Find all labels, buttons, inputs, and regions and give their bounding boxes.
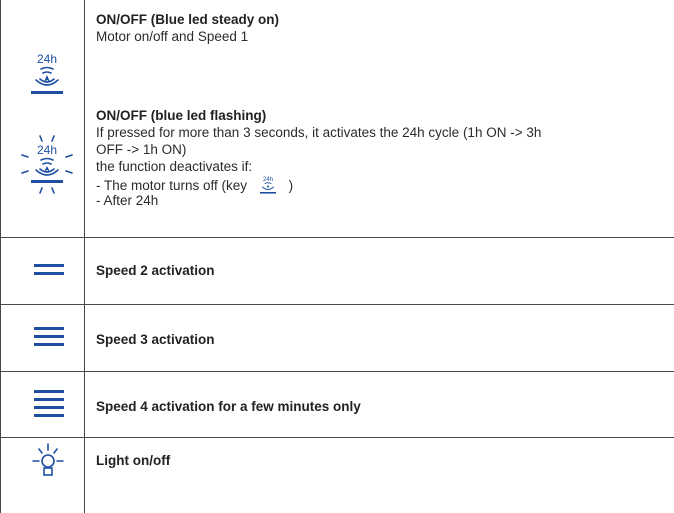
- instruction-table: 24h ON/OFF (Blue led steady on) Motor on…: [0, 0, 674, 513]
- row-description: Motor on/off and Speed 1: [96, 29, 249, 44]
- row-divider: [0, 237, 674, 238]
- svg-text:24h: 24h: [37, 143, 57, 157]
- light-bulb-icon: [32, 443, 64, 476]
- speed-4-icon: [34, 390, 64, 417]
- 24h-fan-flashing-icon: 24h: [21, 135, 73, 194]
- row-description-line: If pressed for more than 3 seconds, it a…: [96, 125, 542, 140]
- row-title: Speed 4 activation for a few minutes onl…: [96, 399, 361, 414]
- row-title: Light on/off: [96, 453, 171, 468]
- 24h-fan-icon: 24h: [31, 52, 63, 94]
- row-title: Speed 2 activation: [96, 263, 215, 278]
- svg-text:24h: 24h: [263, 177, 273, 183]
- row-description-line: the function deactivates if:: [96, 159, 253, 174]
- row-title: ON/OFF (Blue led steady on): [96, 12, 280, 27]
- row-description-text: ): [288, 178, 294, 193]
- speed-3-icon: [34, 327, 64, 346]
- row-divider: [0, 437, 674, 438]
- row-description-text: - The motor turns off (key: [96, 178, 248, 193]
- row-divider: [0, 371, 674, 372]
- 24h-fan-icon: 24h: [259, 177, 276, 194]
- row-divider: [0, 304, 674, 305]
- row-description-line: OFF -> 1h ON): [96, 142, 187, 157]
- row-title: Speed 3 activation: [96, 332, 215, 347]
- row-title: ON/OFF (blue led flashing): [96, 108, 267, 123]
- row-description-line: - After 24h: [96, 193, 159, 208]
- speed-2-icon: [34, 264, 64, 275]
- svg-text:24h: 24h: [37, 52, 57, 66]
